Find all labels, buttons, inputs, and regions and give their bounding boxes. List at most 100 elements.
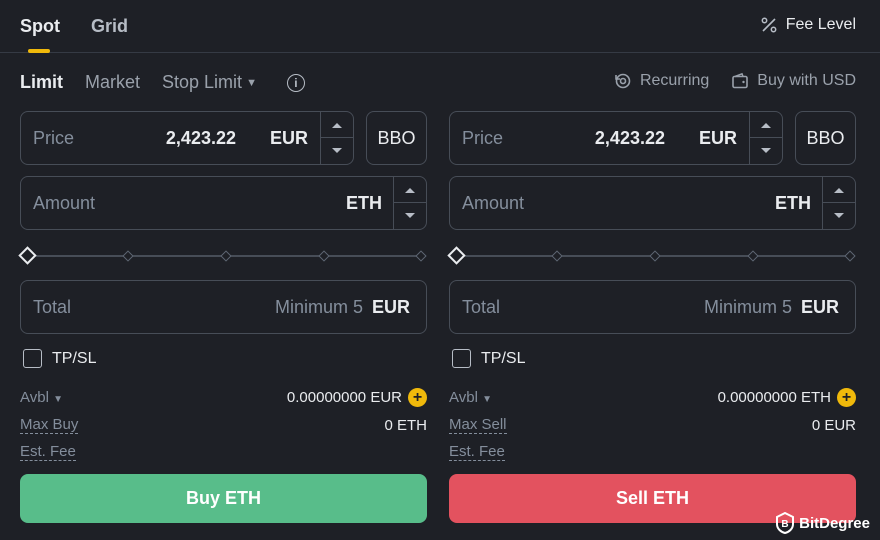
total-unit: EUR [371, 296, 410, 317]
caret-down-icon: ▼ [53, 394, 63, 405]
buy-available-row: Avbl ▼ 0.00000000 EUR + [20, 388, 427, 407]
price-label: Price [33, 127, 75, 148]
slider-mark-75[interactable] [318, 250, 330, 262]
chevron-down-icon [405, 213, 415, 218]
price-unit: EUR [269, 127, 308, 148]
active-tab-indicator [28, 49, 50, 53]
tpsl-checkbox[interactable] [452, 349, 471, 368]
sell-max-row: Max Sell 0 EUR [449, 417, 856, 434]
price-stepper [320, 112, 353, 164]
caret-down-icon: ▼ [482, 394, 492, 405]
slider-mark-50[interactable] [220, 250, 232, 262]
chevron-down-icon [761, 148, 771, 153]
chevron-up-icon [834, 187, 844, 193]
max-sell-label: Max Sell [449, 416, 507, 434]
amount-decrement-button[interactable] [394, 203, 426, 229]
deposit-plus-icon[interactable]: + [408, 388, 427, 407]
top-tabs: Spot Grid Fee Level [0, 0, 880, 53]
slider-mark-100[interactable] [844, 250, 856, 262]
price-value: 2,423.22 [594, 127, 665, 148]
total-placeholder: Minimum 5 [274, 296, 363, 317]
amount-stepper [393, 177, 426, 229]
deposit-plus-icon[interactable]: + [837, 388, 856, 407]
chevron-down-icon [332, 148, 342, 153]
slider-mark-25[interactable] [551, 250, 563, 262]
buy-price-field[interactable]: Price 2,423.22 EUR [20, 111, 354, 165]
buy-with-usd-button[interactable]: Buy with USD [731, 72, 856, 90]
fee-level-label: Fee Level [785, 16, 856, 33]
slider-handle[interactable] [18, 246, 37, 265]
sell-amount-slider[interactable] [447, 246, 856, 265]
price-increment-button[interactable] [321, 112, 353, 138]
amount-unit: ETH [346, 192, 382, 213]
buy-amount-slider[interactable] [18, 246, 427, 265]
avbl-text: Avbl [449, 389, 478, 406]
sell-price-field[interactable]: Price 2,423.22 EUR [449, 111, 783, 165]
slider-mark-25[interactable] [122, 250, 134, 262]
fee-level-button[interactable]: Fee Level [760, 16, 856, 34]
recurring-icon [615, 73, 631, 89]
amount-increment-button[interactable] [823, 177, 855, 203]
stop-limit-label: Stop Limit [162, 72, 243, 92]
max-buy-label: Max Buy [20, 416, 79, 434]
sell-bbo-button[interactable]: BBO [795, 111, 856, 165]
sell-available-row: Avbl ▼ 0.00000000 ETH + [449, 388, 856, 407]
total-placeholder: Minimum 5 [703, 296, 792, 317]
buy-with-usd-label: Buy with USD [757, 72, 856, 89]
tpsl-checkbox[interactable] [23, 349, 42, 368]
order-type-limit[interactable]: Limit [20, 72, 63, 93]
price-decrement-button[interactable] [750, 138, 782, 164]
slider-handle[interactable] [447, 246, 466, 265]
chevron-up-icon [332, 122, 342, 128]
slider-mark-100[interactable] [415, 250, 427, 262]
price-increment-button[interactable] [750, 112, 782, 138]
max-buy-value: 0 ETH [384, 417, 427, 434]
amount-increment-button[interactable] [394, 177, 426, 203]
buy-total-field[interactable]: Total Minimum 5 EUR [20, 280, 427, 334]
sell-tpsl-toggle[interactable]: TP/SL [452, 349, 525, 368]
recurring-button[interactable]: Recurring [614, 72, 709, 90]
watermark-text: BitDegree [799, 514, 870, 532]
buy-bbo-button[interactable]: BBO [366, 111, 427, 165]
est-fee-label: Est. Fee [449, 443, 505, 461]
tab-grid[interactable]: Grid [91, 16, 128, 37]
amount-decrement-button[interactable] [823, 203, 855, 229]
avbl-label[interactable]: Avbl ▼ [449, 389, 492, 406]
max-sell-value: 0 EUR [811, 417, 856, 434]
amount-label: Amount [33, 192, 96, 213]
recurring-label: Recurring [639, 72, 710, 89]
tpsl-label: TP/SL [481, 349, 526, 367]
tab-spot[interactable]: Spot [20, 16, 60, 37]
amount-stepper [822, 177, 855, 229]
total-label: Total [33, 296, 72, 317]
price-decrement-button[interactable] [321, 138, 353, 164]
avbl-label[interactable]: Avbl ▼ [20, 389, 63, 406]
price-unit: EUR [698, 127, 737, 148]
order-type-stop-limit[interactable]: Stop Limit ▼ [162, 72, 257, 93]
percent-icon [761, 17, 777, 33]
svg-text:B: B [782, 519, 789, 530]
price-value: 2,423.22 [165, 127, 236, 148]
order-options: Recurring Buy with USD [614, 72, 856, 90]
sell-fee-row: Est. Fee [449, 444, 856, 461]
sell-total-field[interactable]: Total Minimum 5 EUR [449, 280, 856, 334]
price-stepper [749, 112, 782, 164]
slider-mark-50[interactable] [649, 250, 661, 262]
slider-mark-75[interactable] [747, 250, 759, 262]
amount-label: Amount [462, 192, 525, 213]
total-unit: EUR [800, 296, 839, 317]
buy-amount-field[interactable]: Amount ETH [20, 176, 427, 230]
chevron-down-icon [834, 213, 844, 218]
avbl-value: 0.00000000 ETH [717, 389, 831, 406]
wallet-icon [732, 72, 749, 89]
chevron-up-icon [405, 187, 415, 193]
buy-tpsl-toggle[interactable]: TP/SL [23, 349, 96, 368]
avbl-value: 0.00000000 EUR [286, 389, 402, 406]
est-fee-label: Est. Fee [20, 443, 76, 461]
buy-fee-row: Est. Fee [20, 444, 427, 461]
info-icon[interactable]: i [286, 73, 305, 92]
tpsl-label: TP/SL [52, 349, 97, 367]
buy-eth-button[interactable]: Buy ETH [20, 474, 427, 523]
sell-amount-field[interactable]: Amount ETH [449, 176, 856, 230]
order-type-market[interactable]: Market [85, 72, 140, 93]
